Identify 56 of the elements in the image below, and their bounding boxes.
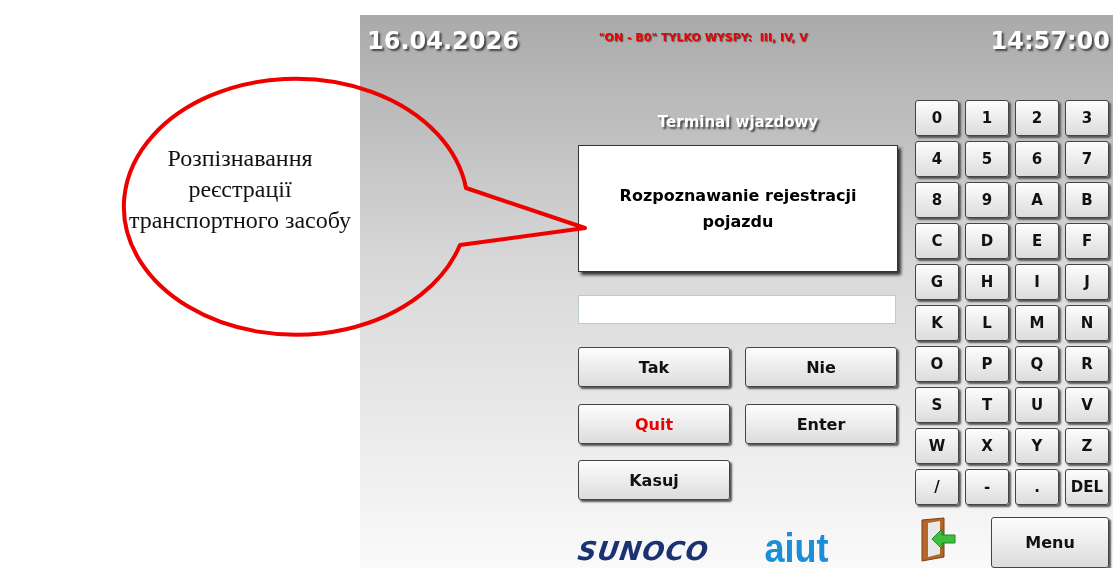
callout-text: Розпізнавання реєстрації транспортного засобу	[127, 144, 353, 236]
action-button[interactable]: Enter	[745, 404, 897, 444]
keypad-key[interactable]: /	[915, 469, 959, 505]
keypad-key[interactable]: K	[915, 305, 959, 341]
keypad-key[interactable]: Q	[1015, 346, 1059, 382]
keypad-key[interactable]: 2	[1015, 100, 1059, 136]
keypad-key[interactable]: G	[915, 264, 959, 300]
keypad-key[interactable]: U	[1015, 387, 1059, 423]
keypad-key[interactable]: M	[1015, 305, 1059, 341]
keypad-key[interactable]: V	[1065, 387, 1109, 423]
keypad-key[interactable]: A	[1015, 182, 1059, 218]
menu-button[interactable]: Menu	[991, 517, 1109, 568]
keypad-key[interactable]: W	[915, 428, 959, 464]
keypad-key[interactable]: J	[1065, 264, 1109, 300]
keypad-key[interactable]: H	[965, 264, 1009, 300]
notice-text: "ON - B0" TYLKO WYSPY: III, IV, V	[598, 31, 808, 44]
keypad-key[interactable]: 6	[1015, 141, 1059, 177]
terminal-title: Terminal wjazdowy	[656, 113, 820, 133]
keypad-key[interactable]: 5	[965, 141, 1009, 177]
keypad-key[interactable]: X	[965, 428, 1009, 464]
action-button[interactable]: Tak	[578, 347, 730, 387]
keypad-key[interactable]: F	[1065, 223, 1109, 259]
keypad-key[interactable]: 4	[915, 141, 959, 177]
keypad-key[interactable]: C	[915, 223, 959, 259]
keypad-key[interactable]: D	[965, 223, 1009, 259]
sunoco-logo: SUNOCO	[575, 536, 711, 566]
date-label: 16.04.2026	[367, 27, 519, 55]
keypad-key[interactable]: T	[965, 387, 1009, 423]
keypad-key[interactable]: B	[1065, 182, 1109, 218]
keypad-key[interactable]: E	[1015, 223, 1059, 259]
aiut-logo: aiut	[764, 528, 829, 568]
keypad-key[interactable]: 3	[1065, 100, 1109, 136]
keypad-key[interactable]: 8	[915, 182, 959, 218]
input-field[interactable]	[578, 295, 896, 324]
keypad-key[interactable]: .	[1015, 469, 1059, 505]
action-button[interactable]: Nie	[745, 347, 897, 387]
door-exit-icon[interactable]	[920, 517, 956, 563]
keypad-key[interactable]: L	[965, 305, 1009, 341]
keypad-key[interactable]: 7	[1065, 141, 1109, 177]
keypad-key[interactable]: N	[1065, 305, 1109, 341]
keypad-key[interactable]: Y	[1015, 428, 1059, 464]
keypad-key[interactable]: R	[1065, 346, 1109, 382]
keypad-key[interactable]: Z	[1065, 428, 1109, 464]
keypad-key[interactable]: I	[1015, 264, 1059, 300]
keypad-key[interactable]: 1	[965, 100, 1009, 136]
keypad-key[interactable]: 0	[915, 100, 959, 136]
keypad-key[interactable]: -	[965, 469, 1009, 505]
keypad-key[interactable]: 9	[965, 182, 1009, 218]
keypad-key[interactable]: DEL	[1065, 469, 1109, 505]
keypad-key[interactable]: S	[915, 387, 959, 423]
keypad-key[interactable]: O	[915, 346, 959, 382]
action-button[interactable]: Kasuj	[578, 460, 730, 500]
message-panel: Rozpoznawanie rejestracji pojazdu	[578, 145, 898, 272]
keypad-key[interactable]: P	[965, 346, 1009, 382]
clock-label: 14:57:00	[990, 27, 1110, 55]
action-button[interactable]: Quit	[578, 404, 730, 444]
